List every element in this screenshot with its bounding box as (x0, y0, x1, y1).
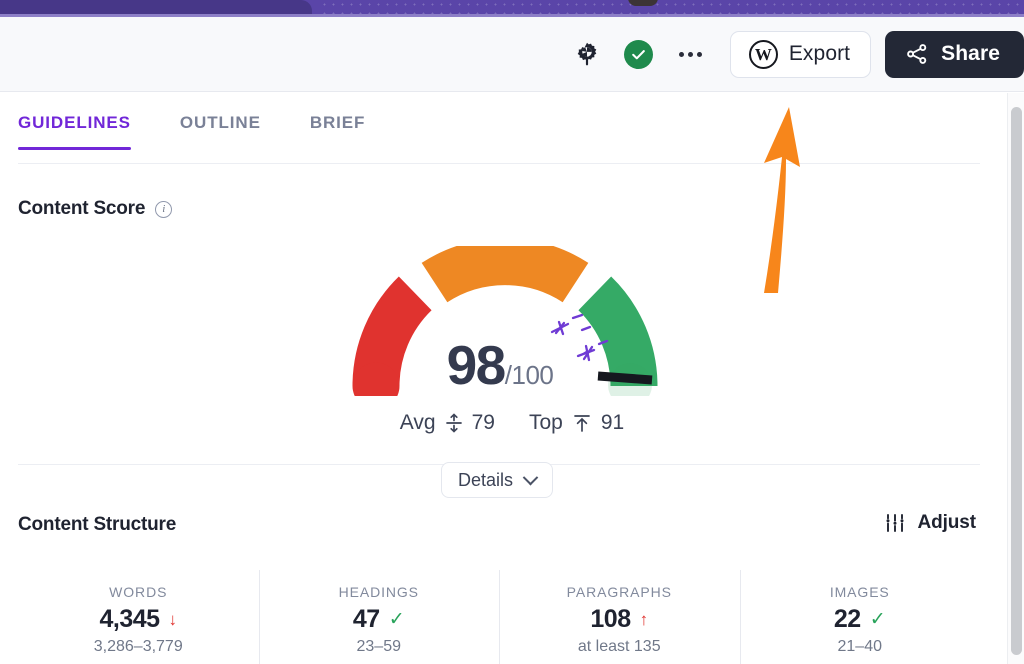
tab-outline[interactable]: OUTLINE (180, 113, 261, 150)
tabs-divider (18, 163, 980, 164)
content-score-gauge (352, 246, 658, 396)
more-horizontal-icon[interactable] (675, 44, 706, 65)
top-arrow-icon (572, 413, 592, 433)
metric-label: HEADINGS (338, 584, 419, 600)
benchmark-top-value: 91 (600, 411, 625, 434)
content-structure-title: Content Structure (18, 514, 177, 535)
metric-label: IMAGES (829, 584, 890, 600)
metric-headings: HEADINGS 47 ✓ 23–59 (258, 570, 500, 664)
details-button-label: Details (458, 469, 514, 490)
app-root: W Export Share GUIDELINES OUTLINE BRIEF … (0, 0, 1024, 664)
metric-label: WORDS (109, 584, 168, 600)
scrollbar-thumb[interactable] (1011, 107, 1022, 655)
export-button[interactable]: W Export (729, 30, 872, 78)
content-score-header: Content Score i (18, 198, 173, 220)
metric-words: WORDS 4,345 ↓ 3,286–3,779 (18, 570, 259, 664)
benchmark-avg: Avg 79 (400, 411, 495, 435)
check-icon: ✓ (388, 609, 405, 630)
check-icon: ✓ (869, 609, 886, 630)
average-icon (445, 413, 463, 433)
metric-label: PARAGRAPHS (566, 584, 672, 600)
score-benchmarks: Avg 79 Top 91 (0, 411, 1024, 435)
tab-guidelines[interactable]: GUIDELINES (18, 113, 131, 150)
header-partial-badge (628, 0, 658, 6)
content-structure-metrics: WORDS 4,345 ↓ 3,286–3,779 HEADINGS 47 ✓ … (18, 570, 980, 664)
metric-value-row: 108 ↑ (590, 605, 648, 634)
adjust-button-label: Adjust (917, 512, 976, 533)
wordpress-icon: W (748, 39, 778, 69)
details-toggle-button[interactable]: Details (441, 462, 554, 498)
metric-value: 22 (833, 605, 861, 633)
app-header-strip (0, 0, 1024, 14)
metric-range: 21–40 (837, 638, 883, 655)
metric-range: 3,286–3,779 (93, 638, 183, 655)
metric-value: 108 (590, 605, 631, 633)
benchmark-avg-value: 79 (471, 411, 495, 434)
gear-icon[interactable] (570, 37, 604, 71)
metric-range: 23–59 (356, 638, 402, 655)
arrow-down-icon: ↓ (168, 610, 178, 629)
share-nodes-icon (905, 42, 929, 66)
header-dot-pattern (320, 0, 1024, 14)
metric-value-row: 4,345 ↓ (99, 605, 177, 634)
metric-value: 4,345 (99, 605, 160, 633)
metric-paragraphs: PARAGRAPHS 108 ↑ at least 135 (499, 570, 740, 664)
share-button[interactable]: Share (885, 30, 1024, 78)
panel-tabs: GUIDELINES OUTLINE BRIEF (0, 93, 1008, 163)
metric-images: IMAGES 22 ✓ 21–40 (739, 570, 981, 664)
benchmark-top-label: Top (528, 411, 563, 434)
document-toolbar: W Export Share (0, 17, 1024, 92)
adjust-button[interactable]: Adjust (884, 512, 976, 534)
vertical-scrollbar[interactable] (1007, 93, 1024, 664)
status-check-icon[interactable] (623, 39, 653, 69)
tab-brief[interactable]: BRIEF (310, 113, 366, 150)
arrow-up-icon: ↑ (639, 610, 649, 629)
export-button-label: Export (788, 42, 851, 65)
metric-value-row: 22 ✓ (834, 605, 886, 634)
info-icon[interactable]: i (155, 200, 173, 218)
content-score-title: Content Score (18, 198, 146, 219)
metric-value: 47 (352, 605, 380, 633)
benchmark-avg-label: Avg (399, 411, 436, 434)
benchmark-top: Top 91 (529, 411, 624, 435)
chevron-down-icon (522, 469, 539, 485)
header-active-tab-shape (0, 0, 312, 14)
metric-value-row: 47 ✓ (353, 605, 405, 634)
sliders-icon (884, 512, 906, 534)
share-button-label: Share (941, 42, 1000, 65)
metric-range: at least 135 (577, 638, 661, 655)
